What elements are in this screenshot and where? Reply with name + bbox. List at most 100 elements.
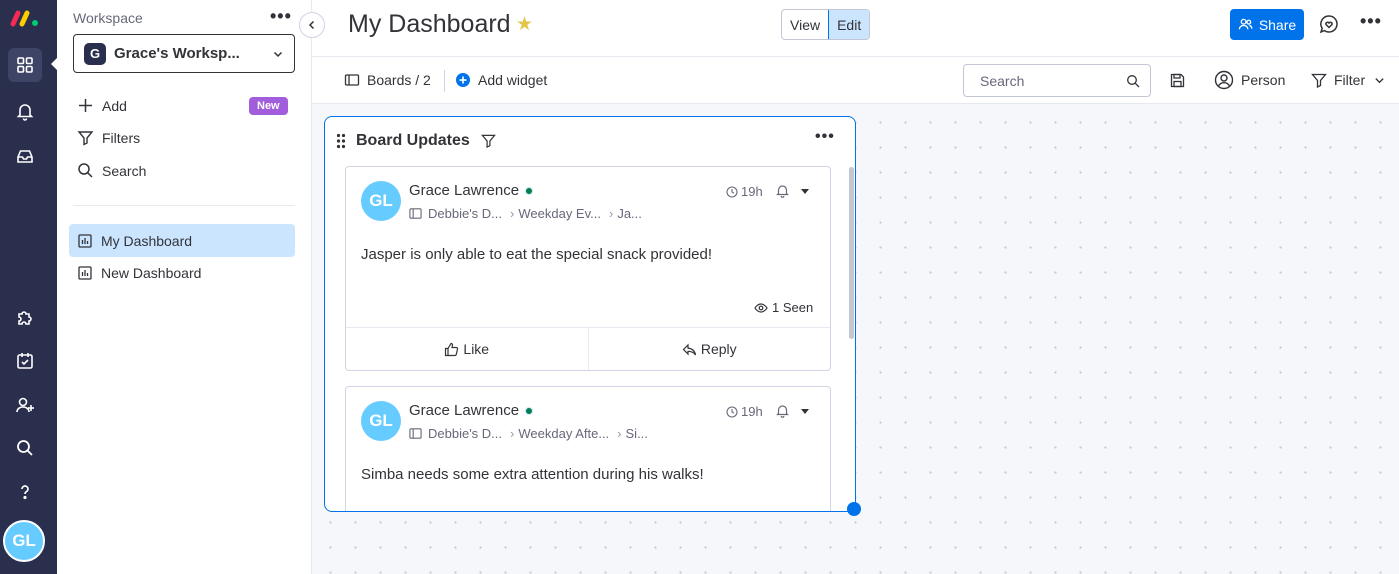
collapse-sidebar-button[interactable] bbox=[299, 12, 325, 38]
star-icon[interactable]: ★ bbox=[516, 13, 533, 36]
help-icon[interactable] bbox=[8, 475, 42, 509]
more-icon[interactable]: ••• bbox=[1360, 11, 1382, 32]
new-badge: New bbox=[249, 97, 288, 115]
workspace-grid-icon[interactable] bbox=[8, 48, 42, 82]
search-button[interactable]: Search bbox=[77, 162, 146, 179]
widget-more-icon[interactable]: ••• bbox=[815, 128, 835, 146]
chevron-left-icon bbox=[308, 20, 315, 30]
author-name[interactable]: Grace Lawrence bbox=[409, 182, 534, 199]
add-circle-icon bbox=[456, 73, 470, 87]
boards-button[interactable]: Boards / 2 bbox=[344, 72, 431, 88]
filters-button[interactable]: Filters bbox=[77, 129, 140, 146]
breadcrumb-separator-icon: › bbox=[608, 206, 614, 221]
breadcrumb-item[interactable]: Ja... bbox=[617, 206, 642, 221]
sidebar-item-label: New Dashboard bbox=[101, 264, 202, 281]
like-button[interactable]: Like bbox=[346, 328, 588, 370]
bell-icon[interactable] bbox=[775, 403, 790, 418]
main-area: My Dashboard ★ View Edit Share ••• Board… bbox=[312, 0, 1399, 574]
online-status-icon bbox=[525, 186, 534, 195]
bell-icon[interactable] bbox=[775, 183, 790, 198]
filters-label: Filters bbox=[102, 129, 141, 146]
board-icon bbox=[409, 428, 422, 439]
author-label: Grace Lawrence bbox=[409, 402, 520, 419]
breadcrumb-item[interactable]: Si... bbox=[626, 426, 648, 441]
time-label: 19h bbox=[741, 184, 763, 199]
workspace-label: Workspace bbox=[73, 10, 143, 26]
time-label: 19h bbox=[741, 404, 763, 419]
filter-icon bbox=[1311, 73, 1327, 88]
inbox-icon[interactable] bbox=[8, 139, 42, 173]
breadcrumb-board[interactable]: Debbie's D... bbox=[428, 426, 502, 441]
widget-title[interactable]: Board Updates bbox=[356, 132, 470, 150]
chat-heart-icon[interactable] bbox=[1318, 13, 1340, 35]
search-label: Search bbox=[102, 162, 147, 179]
my-work-icon[interactable] bbox=[8, 344, 42, 378]
monday-logo[interactable] bbox=[9, 8, 41, 28]
widget-header: Board Updates ••• bbox=[325, 117, 855, 165]
caret-down-icon[interactable] bbox=[801, 409, 809, 414]
caret-down-icon[interactable] bbox=[801, 189, 809, 194]
search-icon[interactable] bbox=[8, 431, 42, 465]
workspace-selector[interactable]: G Grace's Worksp... bbox=[73, 34, 295, 73]
author-name[interactable]: Grace Lawrence bbox=[409, 402, 534, 419]
eye-icon bbox=[754, 302, 768, 313]
update-time: 19h bbox=[726, 184, 763, 199]
bell-icon[interactable] bbox=[8, 94, 42, 128]
search-field bbox=[963, 64, 1151, 97]
search-icon bbox=[78, 163, 93, 178]
board-updates-widget: Board Updates ••• GL Grace Lawrence Debb… bbox=[324, 116, 856, 512]
sidebar-item-label: My Dashboard bbox=[101, 232, 193, 249]
breadcrumb-separator-icon: › bbox=[510, 206, 515, 221]
toolbar-divider bbox=[444, 70, 445, 92]
breadcrumb-group[interactable]: Weekday Ev... bbox=[518, 206, 601, 221]
sidebar-divider bbox=[73, 205, 295, 206]
sidebar-item-my-dashboard[interactable]: My Dashboard bbox=[69, 224, 295, 257]
avatar[interactable]: GL bbox=[361, 401, 401, 441]
drag-handle-icon[interactable] bbox=[336, 133, 346, 149]
filter-button[interactable]: Filter bbox=[1311, 72, 1385, 88]
add-widget-button[interactable]: Add widget bbox=[455, 72, 547, 88]
invite-member-icon[interactable] bbox=[8, 388, 42, 422]
workspace-more-icon[interactable]: ••• bbox=[270, 6, 292, 27]
save-icon[interactable] bbox=[1169, 72, 1186, 89]
avatar[interactable]: GL bbox=[3, 520, 45, 562]
avatar[interactable]: GL bbox=[361, 181, 401, 221]
clock-icon bbox=[726, 405, 738, 418]
update-actions: Like Reply bbox=[346, 327, 830, 370]
update-text: Jasper is only able to eat the special s… bbox=[361, 246, 713, 263]
update-card: GL Grace Lawrence Debbie's D... › Weekda… bbox=[345, 386, 831, 511]
breadcrumb-separator-icon: › bbox=[510, 426, 515, 441]
add-button[interactable]: Add bbox=[77, 97, 127, 114]
breadcrumb: Debbie's D... › Weekday Afte... › Si... bbox=[409, 426, 648, 441]
widget-resize-handle[interactable] bbox=[847, 502, 861, 516]
update-card: GL Grace Lawrence Debbie's D... › Weekda… bbox=[345, 166, 831, 371]
breadcrumb: Debbie's D... › Weekday Ev... › Ja... bbox=[409, 206, 642, 221]
breadcrumb-group[interactable]: Weekday Afte... bbox=[518, 426, 609, 441]
add-label: Add bbox=[102, 97, 127, 114]
apps-puzzle-icon[interactable] bbox=[8, 300, 42, 334]
header: My Dashboard ★ View Edit Share ••• bbox=[312, 0, 1399, 57]
widget-scrollbar[interactable] bbox=[849, 167, 854, 339]
dashboard-toolbar: Boards / 2 Add widget Person Filter bbox=[312, 57, 1399, 104]
clock-icon bbox=[726, 185, 738, 198]
filter-label: Filter bbox=[1334, 72, 1366, 88]
reply-button[interactable]: Reply bbox=[587, 328, 831, 370]
breadcrumb-separator-icon: › bbox=[617, 426, 622, 441]
thumbs-up-icon bbox=[445, 342, 459, 356]
filter-icon[interactable] bbox=[481, 133, 496, 148]
share-button[interactable]: Share bbox=[1230, 9, 1304, 40]
sidebar-item-new-dashboard[interactable]: New Dashboard bbox=[69, 256, 295, 289]
dashboard-canvas: Board Updates ••• GL Grace Lawrence Debb… bbox=[312, 104, 1399, 574]
update-time: 19h bbox=[726, 404, 763, 419]
like-label: Like bbox=[463, 341, 490, 357]
edit-button[interactable]: Edit bbox=[828, 10, 870, 39]
plus-icon bbox=[79, 99, 92, 112]
view-button[interactable]: View bbox=[782, 10, 828, 39]
people-icon bbox=[1238, 18, 1253, 30]
person-filter-button[interactable]: Person bbox=[1214, 70, 1285, 90]
dashboard-icon bbox=[78, 233, 92, 248]
seen-count[interactable]: 1 Seen bbox=[754, 300, 813, 315]
search-input[interactable] bbox=[980, 72, 1126, 89]
breadcrumb-board[interactable]: Debbie's D... bbox=[428, 206, 502, 221]
page-title[interactable]: My Dashboard bbox=[348, 10, 511, 39]
